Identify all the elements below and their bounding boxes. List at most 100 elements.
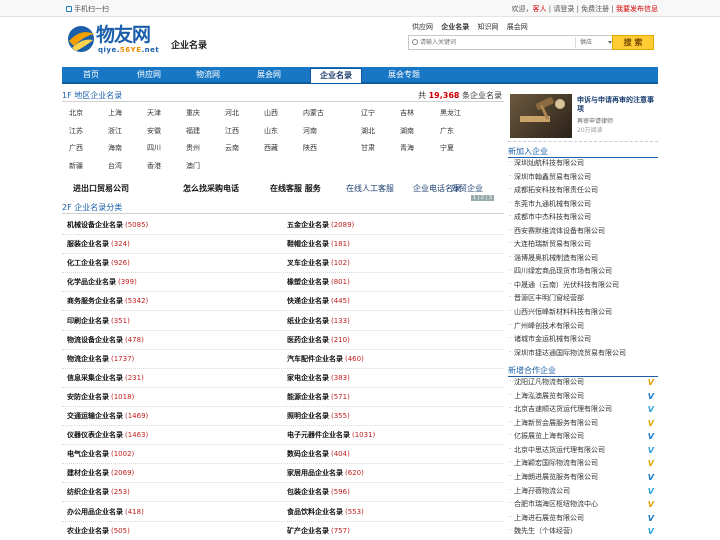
- new-partner-item[interactable]: 魏先生（个体经营） V: [508, 526, 658, 540]
- region-link[interactable]: 台湾: [108, 161, 122, 171]
- nav-expo-topic[interactable]: 展会专题: [372, 67, 436, 82]
- category-item[interactable]: 印刷企业名录 (351): [67, 316, 130, 326]
- category-item[interactable]: 建材企业名录 (2069): [67, 468, 134, 478]
- category-item[interactable]: 机械设备企业名录 (5085): [67, 220, 148, 230]
- new-company-item[interactable]: 山西兴恒峰新材料科技有限公司: [508, 307, 658, 321]
- region-link[interactable]: 上海: [108, 108, 122, 118]
- new-partner-item[interactable]: 上海泓澳展览有限公司 V: [508, 391, 658, 405]
- region-link[interactable]: 澳门: [186, 161, 200, 171]
- category-item[interactable]: 橡塑企业名录 (801): [287, 277, 350, 287]
- search-button[interactable]: 搜 索: [612, 35, 654, 50]
- region-link[interactable]: 海南: [108, 143, 122, 153]
- news-card[interactable]: 申诉与申请再审的注意事项 再审申请律师 20万阅读: [508, 90, 658, 142]
- region-link[interactable]: 黑龙江: [440, 108, 461, 118]
- search-tab-expo[interactable]: 展会网: [507, 23, 528, 31]
- region-link[interactable]: 吉林: [400, 108, 414, 118]
- region-link[interactable]: 宁夏: [440, 143, 454, 153]
- region-link[interactable]: 河北: [225, 108, 239, 118]
- new-companies-header[interactable]: 新加入企业: [508, 146, 658, 158]
- region-link[interactable]: 福建: [186, 126, 200, 136]
- region-link[interactable]: 河南: [303, 126, 317, 136]
- new-partner-item[interactable]: 上海新贸会展服务有限公司 V: [508, 418, 658, 432]
- nav-home[interactable]: 首页: [62, 67, 120, 82]
- search-type-select[interactable]: 供应: [575, 37, 615, 48]
- new-partner-item[interactable]: 沈阳辽凡物流有限公司 V: [508, 377, 658, 391]
- category-item[interactable]: 照明企业名录 (355): [287, 411, 350, 421]
- quick-link[interactable]: 怎么找采购电话: [183, 183, 239, 194]
- region-link[interactable]: 辽宁: [361, 108, 375, 118]
- region-link[interactable]: 北京: [69, 108, 83, 118]
- quick-link[interactable]: 进出口贸易公司: [73, 183, 129, 194]
- category-item[interactable]: 包装企业名录 (596): [287, 487, 350, 497]
- region-link[interactable]: 贵州: [186, 143, 200, 153]
- region-link[interactable]: 四川: [147, 143, 161, 153]
- region-link[interactable]: 甘肃: [361, 143, 375, 153]
- new-company-item[interactable]: 晋源区丰明门窗经营部: [508, 293, 658, 307]
- region-link[interactable]: 西藏: [264, 143, 278, 153]
- nav-logistics[interactable]: 物流网: [178, 67, 238, 82]
- category-item[interactable]: 电气企业名录 (1002): [67, 449, 134, 459]
- category-item[interactable]: 家居用品企业名录 (620): [287, 468, 364, 478]
- new-partner-item[interactable]: 亿振展览上海有限公司 V: [508, 431, 658, 445]
- new-company-item[interactable]: 深圳市捷达通国际物流贸易有限公司: [508, 348, 658, 362]
- region-link[interactable]: 江西: [225, 126, 239, 136]
- category-item[interactable]: 矿产企业名录 (757): [287, 526, 350, 536]
- news-title[interactable]: 申诉与申请再审的注意事项: [577, 96, 657, 114]
- category-item[interactable]: 办公用品企业名录 (418): [67, 507, 144, 517]
- category-item[interactable]: 仪器仪表企业名录 (1463): [67, 430, 148, 440]
- site-logo[interactable]: 物友网 qiye.56YE.net: [66, 24, 162, 60]
- new-partner-item[interactable]: 上海朗进展览服务有限公司 V: [508, 472, 658, 486]
- mobile-scan[interactable]: 手机扫一扫: [66, 4, 109, 14]
- quick-link[interactable]: 在线客服 服务: [270, 183, 321, 194]
- pager-tag[interactable]: 1 | 2 | 3: [470, 195, 494, 201]
- new-company-item[interactable]: 大连柏瑞新贸易有限公司: [508, 239, 658, 253]
- category-item[interactable]: 汽车配件企业名录 (460): [287, 354, 364, 364]
- publish-link[interactable]: 我要发布信息: [616, 5, 658, 13]
- new-company-item[interactable]: 诸城市金运机械有限公司: [508, 334, 658, 348]
- new-company-item[interactable]: 中晟通（云南）光伏科技有限公司: [508, 280, 658, 294]
- category-item[interactable]: 能源企业名录 (571): [287, 392, 350, 402]
- guest-link[interactable]: 客人: [533, 5, 547, 13]
- region-link[interactable]: 天津: [147, 108, 161, 118]
- nav-directory[interactable]: 企业名录: [310, 68, 362, 83]
- region-link[interactable]: 重庆: [186, 108, 200, 118]
- new-partner-item[interactable]: 上海进石展览有限公司 V: [508, 513, 658, 527]
- category-item[interactable]: 叉车企业名录 (102): [287, 258, 350, 268]
- search-tab-knowledge[interactable]: 知识网: [477, 23, 498, 31]
- new-partner-item[interactable]: 合肥市瑞海区枢纽物流中心 V: [508, 499, 658, 513]
- new-partners-header[interactable]: 新增合作企业: [508, 365, 658, 378]
- region-link[interactable]: 广东: [440, 126, 454, 136]
- category-item[interactable]: 物流设备企业名录 (478): [67, 335, 144, 345]
- category-item[interactable]: 数码企业名录 (404): [287, 449, 350, 459]
- new-company-item[interactable]: 西安赛默维流体设备有限公司: [508, 226, 658, 240]
- search-input[interactable]: [420, 37, 570, 48]
- category-item[interactable]: 五金企业名录 (2089): [287, 220, 354, 230]
- search-tab-directory[interactable]: 企业名录: [441, 23, 469, 31]
- quick-link[interactable]: 在线人工客服: [346, 183, 394, 194]
- search-tab-supply[interactable]: 供应网: [412, 23, 433, 31]
- region-link[interactable]: 湖北: [361, 126, 375, 136]
- region-link[interactable]: 云南: [225, 143, 239, 153]
- category-item[interactable]: 快递企业名录 (445): [287, 296, 350, 306]
- category-item[interactable]: 信息采集企业名录 (231): [67, 373, 144, 383]
- region-link[interactable]: 湖南: [400, 126, 414, 136]
- region-link[interactable]: 广西: [69, 143, 83, 153]
- new-company-item[interactable]: 东莞市九通机械有限公司: [508, 199, 658, 213]
- category-item[interactable]: 安防企业名录 (1018): [67, 392, 134, 402]
- category-item[interactable]: 农业企业名录 (505): [67, 526, 130, 536]
- new-company-item[interactable]: 四川绿宏商品现货市场有限公司: [508, 266, 658, 280]
- category-item[interactable]: 商务服务企业名录 (5342): [67, 296, 148, 306]
- new-partner-item[interactable]: 上海孖薇物流公司 V: [508, 486, 658, 500]
- new-partner-item[interactable]: 北京中思达货运代理有限公司 V: [508, 445, 658, 459]
- new-partner-item[interactable]: 上海颖宏国际物流有限公司 V: [508, 458, 658, 472]
- category-item[interactable]: 物流企业名录 (1737): [67, 354, 134, 364]
- new-partner-item[interactable]: 北京吉速顺达货运代理有限公司 V: [508, 404, 658, 418]
- category-item[interactable]: 纸业企业名录 (133): [287, 316, 350, 326]
- category-item[interactable]: 家电企业名录 (383): [287, 373, 350, 383]
- category-item[interactable]: 食品饮料企业名录 (553): [287, 507, 364, 517]
- new-company-item[interactable]: 成都拓安科技有限责任公司: [508, 185, 658, 199]
- region-link[interactable]: 江苏: [69, 126, 83, 136]
- region-link[interactable]: 安徽: [147, 126, 161, 136]
- category-item[interactable]: 交通运输企业名录 (1469): [67, 411, 148, 421]
- new-company-item[interactable]: 广州峰创技术有限公司: [508, 321, 658, 335]
